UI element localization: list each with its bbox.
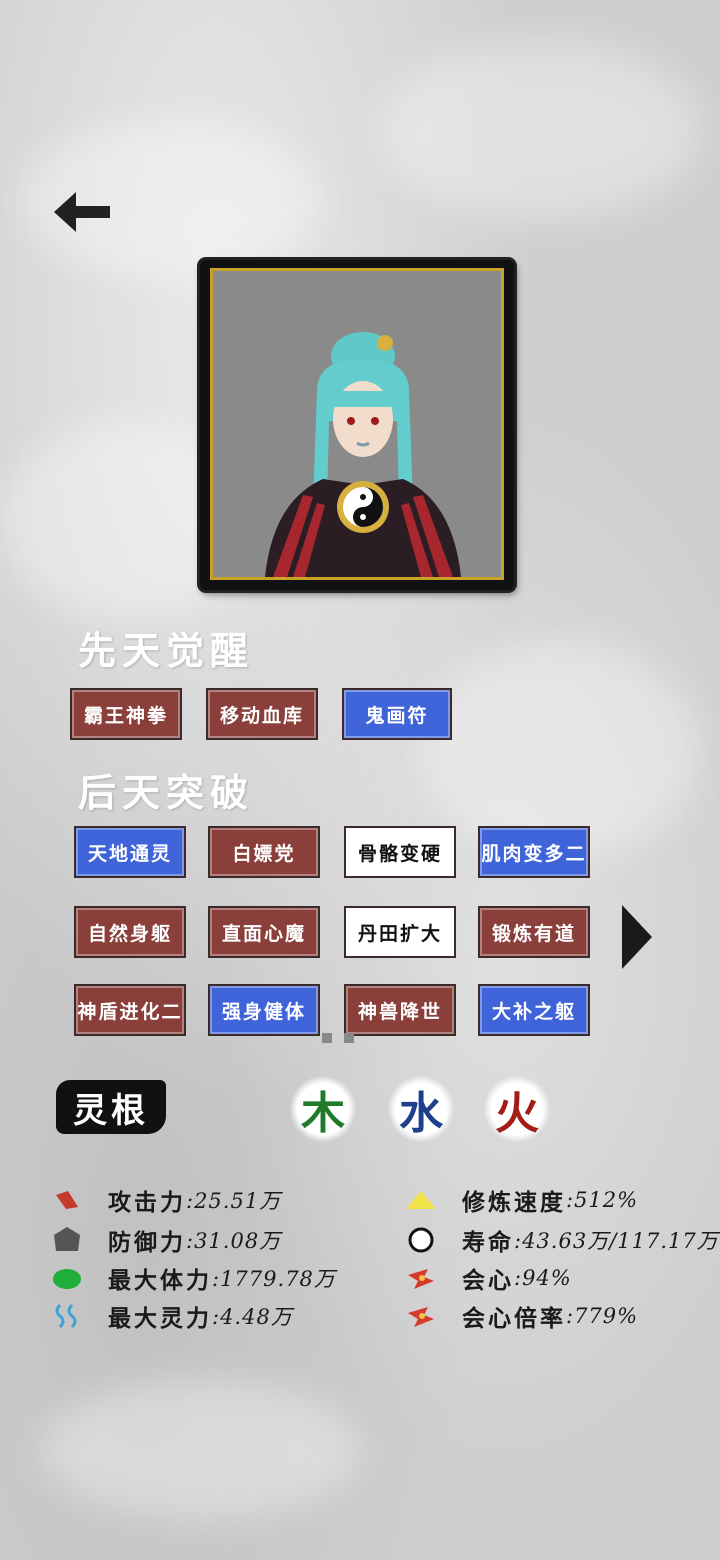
element-char: 火 (495, 1088, 539, 1139)
critical-icon (406, 1263, 436, 1293)
acquired-tag[interactable]: 强身健体 (208, 984, 320, 1036)
stat-row: 最大灵力:4.48万 (52, 1298, 293, 1334)
acquired-tag[interactable]: 丹田扩大 (344, 906, 456, 958)
back-button[interactable] (52, 188, 114, 236)
acquired-tag[interactable]: 神盾进化二 (74, 984, 186, 1036)
stat-value: :512% (566, 1188, 639, 1212)
cloud-decoration (40, 1380, 360, 1520)
character-illustration (265, 332, 461, 577)
stat-row: 寿命:43.63万/117.17万 (406, 1222, 719, 1258)
stat-label: 寿命 (462, 1229, 514, 1256)
acquired-tag[interactable]: 自然身躯 (74, 906, 186, 958)
stat-value: :1779.78万 (212, 1267, 336, 1291)
acquired-tag[interactable]: 大补之躯 (478, 984, 590, 1036)
stat-row: 会心倍率:779% (406, 1298, 638, 1334)
stat-row: 会心:94% (406, 1260, 572, 1296)
character-portrait (210, 268, 504, 580)
acquired-tag[interactable]: 直面心魔 (208, 906, 320, 958)
spirit-wave-icon (52, 1301, 82, 1331)
critical-rate-icon (406, 1301, 436, 1331)
element-char: 水 (399, 1088, 443, 1139)
back-arrow-icon (54, 192, 110, 232)
acquired-tag[interactable]: 骨骼变硬 (344, 826, 456, 878)
innate-tag[interactable]: 移动血库 (206, 688, 318, 740)
next-page-arrow-icon[interactable] (622, 905, 652, 969)
acquired-tag[interactable]: 白嫖党 (208, 826, 320, 878)
stat-value: :25.51万 (186, 1189, 282, 1213)
stat-row: 防御力:31.08万 (52, 1222, 281, 1258)
cloud-decoration (380, 40, 700, 220)
acquired-tag[interactable]: 锻炼有道 (478, 906, 590, 958)
spirit-root-label: 灵根 (56, 1080, 166, 1134)
stat-label: 防御力 (108, 1229, 186, 1256)
fire-element-badge: 火 (484, 1076, 550, 1142)
page-indicator-dot[interactable] (322, 1033, 332, 1043)
lifespan-ring-icon (406, 1225, 436, 1255)
mountain-icon (406, 1185, 436, 1215)
innate-tag[interactable]: 霸王神拳 (70, 688, 182, 740)
stat-row: 攻击力:25.51万 (52, 1182, 281, 1218)
innate-awakening-title: 先天觉醒 (78, 628, 255, 673)
stat-value: :779% (566, 1304, 639, 1328)
stat-label: 最大体力 (108, 1267, 212, 1294)
acquired-breakthrough-title: 后天突破 (78, 770, 255, 815)
stat-value: :31.08万 (186, 1229, 282, 1253)
stat-row: 最大体力:1779.78万 (52, 1260, 336, 1296)
stat-value: :43.63万/117.17万 (514, 1229, 719, 1253)
stat-label: 会心倍率 (462, 1305, 566, 1332)
character-portrait-frame (200, 260, 514, 590)
acquired-tag[interactable]: 天地通灵 (74, 826, 186, 878)
stat-row: 修炼速度:512% (406, 1182, 638, 1218)
acquired-tag[interactable]: 肌肉变多二 (478, 826, 590, 878)
sword-icon (52, 1185, 82, 1215)
innate-tag[interactable]: 鬼画符 (342, 688, 452, 740)
stat-label: 最大灵力 (108, 1305, 212, 1332)
stat-label: 修炼速度 (462, 1189, 566, 1216)
stat-value: :94% (514, 1266, 572, 1290)
page-indicator-dot[interactable] (344, 1033, 354, 1043)
stat-label: 攻击力 (108, 1189, 186, 1216)
wood-element-badge: 木 (290, 1076, 356, 1142)
stat-value: :4.48万 (212, 1305, 293, 1329)
stat-label: 会心 (462, 1267, 514, 1294)
shield-icon (52, 1225, 82, 1255)
stamina-icon (52, 1263, 82, 1293)
water-element-badge: 水 (388, 1076, 454, 1142)
acquired-tag[interactable]: 神兽降世 (344, 984, 456, 1036)
element-char: 木 (301, 1088, 345, 1139)
